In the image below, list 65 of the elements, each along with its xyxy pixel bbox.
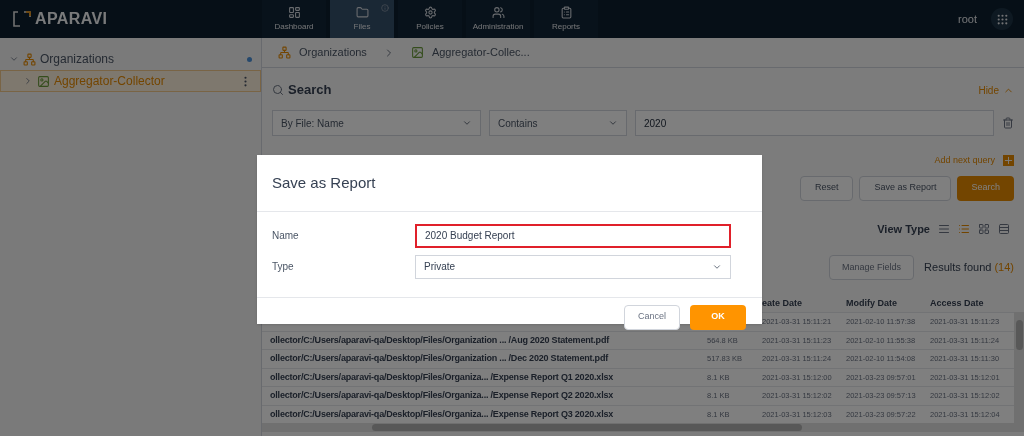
horizontal-scrollbar[interactable] [262, 423, 1014, 432]
policies-icon [423, 5, 437, 19]
type-select[interactable]: Private [415, 254, 731, 279]
administration-icon [491, 5, 505, 19]
view-type-label: View Type [877, 221, 930, 237]
files-icon [355, 5, 369, 19]
nav-tab[interactable]: Dashboard [262, 0, 326, 38]
column-header: Access Date [930, 297, 985, 311]
delete-icon[interactable] [1002, 117, 1014, 129]
chevron-down-icon[interactable] [9, 54, 19, 64]
tree-label: Aggregator-Collector [54, 73, 166, 90]
dialog-button[interactable]: Cancel [624, 304, 680, 330]
apps-button[interactable] [991, 8, 1013, 30]
user-name: root [958, 11, 977, 27]
breadcrumb-link[interactable]: Organizations [299, 44, 367, 61]
vertical-scrollbar[interactable] [1014, 312, 1024, 432]
nav-tab[interactable]: Reports [534, 0, 598, 38]
list-view-icon[interactable] [958, 222, 970, 235]
add-query-link[interactable]: Add next query [934, 154, 995, 168]
column-header: eate Date [762, 297, 804, 311]
chevron-right-icon[interactable] [23, 76, 33, 86]
operator-select[interactable]: Contains [489, 110, 627, 136]
network-icon [278, 46, 291, 59]
field-label: Name [271, 229, 300, 243]
dashboard-icon [287, 5, 301, 19]
search-action-button[interactable]: Search [957, 175, 1014, 201]
picture-icon [410, 46, 424, 59]
file-path-cell-text: ollector/C:/Users/aparavi-qa/Desktop/Files/Organiza... /Expense Report Q1 2020.xlsx [269, 370, 615, 384]
hide-button[interactable]: Hide [978, 82, 1014, 98]
field-select[interactable]: By File: Name [272, 110, 481, 136]
search-action-button[interactable]: Reset [799, 175, 854, 201]
manage-fields-button[interactable]: Manage Fields [829, 255, 915, 280]
results-count: Results found (14) [924, 260, 1014, 276]
file-path-cell-text: ollector/C:/Users/aparavi-qa/Desktop/Files/Organiza... /Expense Report Q2 2020.xlsx [269, 389, 615, 402]
nav-tab[interactable]: Administration [466, 0, 530, 38]
picture-icon [37, 74, 50, 88]
tree-label: Organizations [40, 51, 116, 68]
dropdown-caret-icon [462, 118, 472, 128]
dialog-title: Save as Report [272, 173, 377, 193]
file-path-cell-text: ollector/C:/Users/aparavi-qa/Desktop/Files/Organiza... /Expense Report Q3 2020.xlsx [269, 407, 615, 421]
reports-icon [559, 5, 573, 19]
nav-tab[interactable]: Policies [398, 0, 462, 38]
grid-dots-icon [995, 12, 1009, 26]
rows-view-icon[interactable] [998, 222, 1010, 235]
nav-tab[interactable]: Files [330, 0, 394, 38]
file-path-cell-text: ollector/C:/Users/aparavi-qa/Desktop/Files/Organization ... /Dec 2020 Statement.pdf [269, 352, 610, 365]
logo-icon [13, 11, 31, 27]
column-header: Modify Date [846, 297, 898, 311]
network-icon [23, 52, 36, 66]
file-path-cell-text: ollector/C:/Users/aparavi-qa/Desktop/Files/Organization ... /Aug 2020 Statement.pdf [269, 333, 611, 347]
name-field[interactable]: 2020 Budget Report [415, 223, 731, 248]
value-field[interactable]: 2020 [635, 110, 994, 136]
grid-view-icon[interactable] [978, 222, 990, 235]
logo-text: APARAVI [35, 9, 108, 29]
tree-item[interactable]: Aggregator-Collector [0, 70, 261, 92]
tree-item[interactable]: Organizations [0, 48, 261, 70]
search-action-button[interactable]: Save as Report [859, 175, 952, 201]
lines-view-icon[interactable] [938, 222, 950, 235]
dropdown-caret-icon [608, 118, 618, 128]
search-icon [272, 84, 284, 96]
plus-icon[interactable] [1003, 155, 1014, 167]
breadcrumb-link[interactable]: Aggregator-Collec... [431, 44, 530, 61]
dialog-button[interactable]: OK [690, 304, 746, 330]
field-label: Type [271, 260, 295, 274]
section-title: Search [288, 81, 333, 100]
